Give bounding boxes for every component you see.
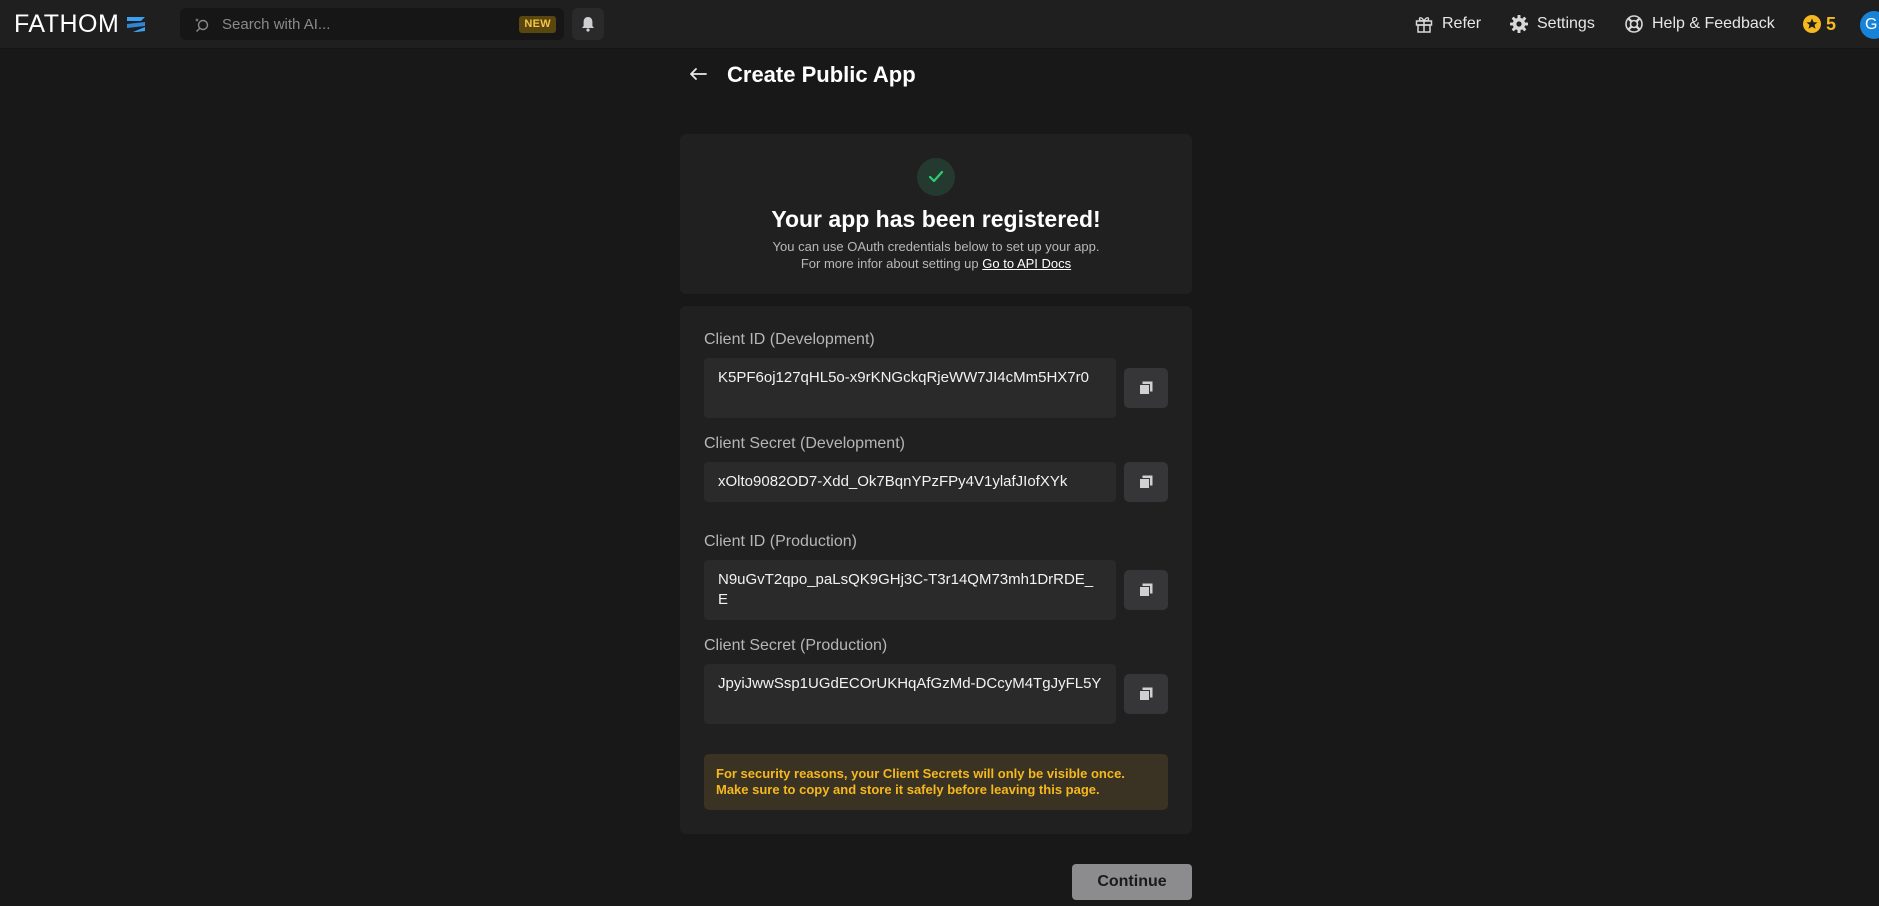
fathom-logo-icon: [127, 17, 146, 32]
success-card: Your app has been registered! You can us…: [680, 134, 1192, 294]
success-line-2: For more infor about setting up Go to AP…: [680, 255, 1192, 272]
copy-icon: [1139, 583, 1153, 597]
warning-line-1: For security reasons, your Client Secret…: [716, 766, 1125, 781]
copy-icon: [1139, 687, 1153, 701]
security-warning: For security reasons, your Client Secret…: [704, 754, 1168, 810]
api-docs-link[interactable]: Go to API Docs: [982, 256, 1071, 271]
back-button[interactable]: [686, 62, 710, 86]
help-feedback-label: Help & Feedback: [1652, 15, 1775, 32]
refer-label: Refer: [1442, 15, 1482, 32]
help-feedback-link[interactable]: Help & Feedback: [1624, 12, 1775, 36]
client-secret-prod-field[interactable]: JpyiJwwSsp1UGdECOrUKHqAfGzMd-DCcyM4TgJyF…: [704, 664, 1116, 724]
stars-counter[interactable]: 5: [1802, 12, 1836, 36]
success-description: You can use OAuth credentials below to s…: [680, 238, 1192, 272]
ai-search-icon: [195, 18, 209, 32]
lifebuoy-icon: [1625, 15, 1643, 33]
success-title: Your app has been registered!: [771, 206, 1101, 232]
fathom-logo[interactable]: FATHOM: [14, 10, 147, 38]
gear-icon: [1510, 15, 1528, 33]
copy-icon: [1139, 475, 1153, 489]
stars-count: 5: [1826, 13, 1837, 34]
search-bar[interactable]: Search with AI... NEW: [180, 8, 564, 40]
settings-link[interactable]: Settings: [1509, 12, 1595, 36]
success-line-2-prefix: For more infor about setting up: [800, 256, 979, 271]
client-secret-dev-label: Client Secret (Development): [704, 435, 905, 452]
star-badge-icon: [1803, 15, 1821, 33]
continue-button[interactable]: Continue: [1072, 864, 1192, 900]
client-secret-dev-field[interactable]: xOlto9082OD7-Xdd_Ok7BqnYPzFPy4V1ylafJIof…: [704, 462, 1116, 502]
search-placeholder: Search with AI...: [222, 16, 331, 33]
copy-client-id-prod-button[interactable]: [1124, 570, 1168, 610]
client-id-prod-label: Client ID (Production): [704, 533, 857, 550]
check-icon: [928, 170, 944, 183]
arrow-left-icon: [690, 68, 707, 80]
warning-line-2: Make sure to copy and store it safely be…: [716, 782, 1100, 797]
logo-text: FATHOM: [14, 9, 120, 38]
refer-link[interactable]: Refer: [1414, 12, 1481, 36]
copy-client-secret-dev-button[interactable]: [1124, 462, 1168, 502]
client-id-dev-label: Client ID (Development): [704, 331, 875, 348]
copy-client-id-dev-button[interactable]: [1124, 368, 1168, 408]
settings-label: Settings: [1537, 15, 1595, 32]
client-secret-prod-label: Client Secret (Production): [704, 637, 888, 654]
copy-icon: [1139, 381, 1153, 395]
notifications-button[interactable]: [572, 8, 604, 40]
success-line-1: You can use OAuth credentials below to s…: [772, 239, 1100, 254]
gift-icon: [1415, 17, 1433, 33]
user-avatar[interactable]: G: [1860, 11, 1879, 39]
new-badge: NEW: [519, 16, 556, 33]
page-title: Create Public App: [727, 62, 916, 87]
bell-icon: [582, 17, 594, 32]
copy-client-secret-prod-button[interactable]: [1124, 674, 1168, 714]
client-id-dev-field[interactable]: K5PF6oj127qHL5o-x9rKNGckqRjeWW7JI4cMm5HX…: [704, 358, 1116, 418]
success-check-badge: [917, 158, 955, 196]
credentials-card: Client ID (Development) K5PF6oj127qHL5o-…: [680, 306, 1192, 834]
client-id-prod-field[interactable]: N9uGvT2qpo_paLsQK9GHj3C-T3r14QM73mh1DrRD…: [704, 560, 1116, 620]
top-bar: FATHOM Search with AI... NEW Refer Setti…: [0, 0, 1879, 49]
